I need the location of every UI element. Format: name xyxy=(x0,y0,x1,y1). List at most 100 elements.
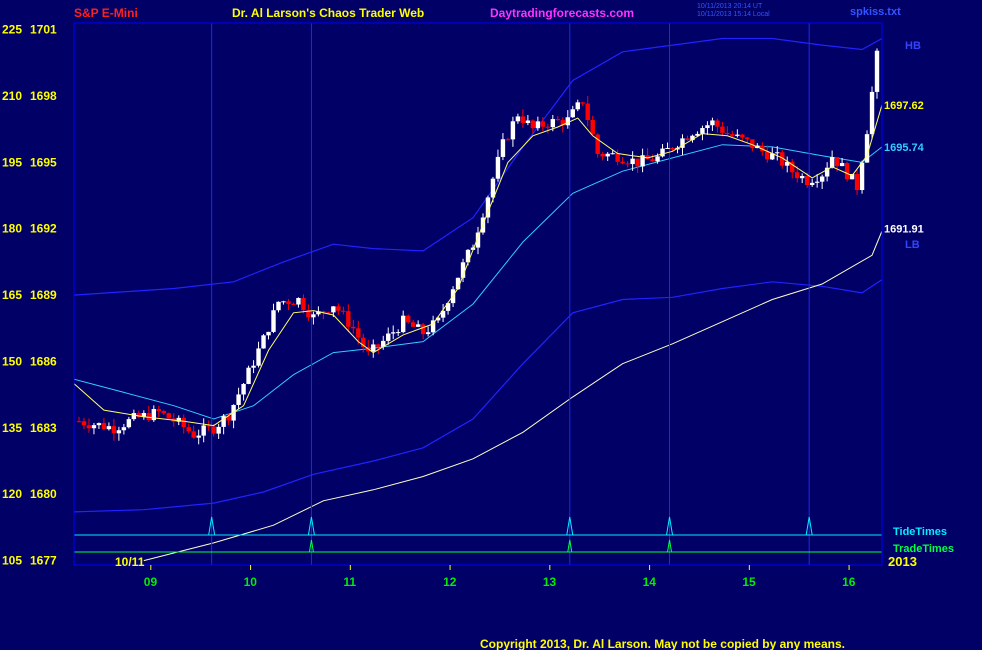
fast-ma-line xyxy=(73,104,883,427)
fast-moving-average xyxy=(73,104,883,427)
candle-body xyxy=(86,425,92,429)
left-axis-tick: 135 xyxy=(2,421,22,435)
candle-body xyxy=(510,121,516,140)
candle-body xyxy=(745,137,750,140)
candle-body xyxy=(341,310,346,312)
candle-body xyxy=(395,332,401,334)
time-lines xyxy=(211,23,810,565)
candle-body xyxy=(595,134,600,154)
candle-body xyxy=(530,120,536,129)
candle-body xyxy=(829,156,835,168)
candle-body xyxy=(201,425,206,436)
left-axis-tick: 120 xyxy=(2,487,22,501)
candle-body xyxy=(356,328,361,338)
price-axis-tick: 1689 xyxy=(30,288,57,302)
candle-body xyxy=(266,331,271,336)
chart-title: Dr. Al Larson's Chaos Trader Web xyxy=(232,6,424,20)
x-tick-label: 16 xyxy=(842,575,856,589)
candle-body xyxy=(725,132,730,135)
candle-body xyxy=(555,119,561,121)
candle-body xyxy=(181,417,186,428)
candle-body xyxy=(420,324,426,335)
candle-body xyxy=(96,423,102,426)
candle-body xyxy=(715,120,720,127)
slow-moving-average xyxy=(143,230,883,562)
candle-body xyxy=(241,383,246,395)
candle-body xyxy=(844,163,850,180)
candle-body xyxy=(351,326,356,329)
candle-body xyxy=(610,153,615,155)
candle-body xyxy=(575,102,580,110)
candle-body xyxy=(804,176,810,186)
candle-body xyxy=(371,344,376,352)
plot-border xyxy=(73,22,883,566)
candle-body xyxy=(615,153,620,162)
left-axis-tick: 150 xyxy=(2,354,22,368)
left-axis-tick: 195 xyxy=(2,155,22,169)
candle-body xyxy=(91,425,97,429)
price-level-label: HB xyxy=(905,40,921,52)
candle-body xyxy=(775,152,780,154)
candle-body xyxy=(111,426,117,434)
candle-body xyxy=(465,249,471,263)
left-axis-tick: 225 xyxy=(2,23,22,37)
candle-body xyxy=(336,306,341,311)
candle-body xyxy=(291,303,296,305)
candle-body xyxy=(600,153,605,157)
x-tick-label: 13 xyxy=(543,575,557,589)
candle-body xyxy=(720,126,725,133)
site-name[interactable]: Daytradingforecasts.com xyxy=(490,6,634,20)
candle-body xyxy=(191,431,196,438)
date-label: 10/11 xyxy=(115,555,145,569)
candle-body xyxy=(570,109,575,118)
candle-body xyxy=(346,311,351,327)
time-spikes xyxy=(74,516,882,553)
mid-ma-line xyxy=(73,144,883,420)
candle-body xyxy=(286,301,291,304)
candle-body xyxy=(400,315,406,333)
price-axis-tick: 1701 xyxy=(30,23,57,37)
candle-body xyxy=(515,116,521,122)
symbol-label: S&P E-Mini xyxy=(74,6,138,20)
price-level-label: LB xyxy=(905,239,920,251)
candle-body xyxy=(874,50,880,92)
candle-body xyxy=(206,425,211,427)
candle-body xyxy=(196,435,201,438)
lower-band-line xyxy=(73,279,883,513)
price-level-label: 1691.91 xyxy=(884,224,924,236)
candles xyxy=(76,48,880,445)
price-level-label: 1697.62 xyxy=(884,100,924,112)
left-axis-tick: 210 xyxy=(2,89,22,103)
candle-body xyxy=(236,394,241,405)
x-tick-label: 11 xyxy=(343,575,356,589)
candle-body xyxy=(81,421,87,426)
candle-body xyxy=(834,156,840,167)
x-tick-label: 09 xyxy=(144,575,158,589)
slow-ma-line xyxy=(143,230,883,562)
candle-body xyxy=(246,367,251,384)
left-axis-tick: 180 xyxy=(2,222,22,236)
candle-body xyxy=(211,426,216,434)
price-axis-tick: 1677 xyxy=(30,554,57,568)
left-axis-tick: 105 xyxy=(2,554,22,568)
candle-body xyxy=(630,158,635,165)
candle-body xyxy=(799,176,805,179)
candle-body xyxy=(795,172,800,179)
candle-body xyxy=(705,125,710,129)
x-tick-label: 15 xyxy=(742,575,756,589)
candle-body xyxy=(660,148,665,157)
candle-body xyxy=(131,413,137,420)
candle-body xyxy=(415,324,421,327)
candle-body xyxy=(276,301,281,311)
price-axis-tick: 1695 xyxy=(30,155,57,169)
data-file-name: spkiss.txt xyxy=(850,6,901,18)
candle-body xyxy=(635,158,640,167)
candle-body xyxy=(405,315,411,323)
candle-body xyxy=(386,333,391,341)
candle-body xyxy=(839,163,845,167)
candle-body xyxy=(585,103,590,120)
candle-body xyxy=(550,119,556,128)
upper-band-line xyxy=(73,37,883,296)
candle-body xyxy=(331,306,336,313)
candle-body xyxy=(869,91,875,135)
